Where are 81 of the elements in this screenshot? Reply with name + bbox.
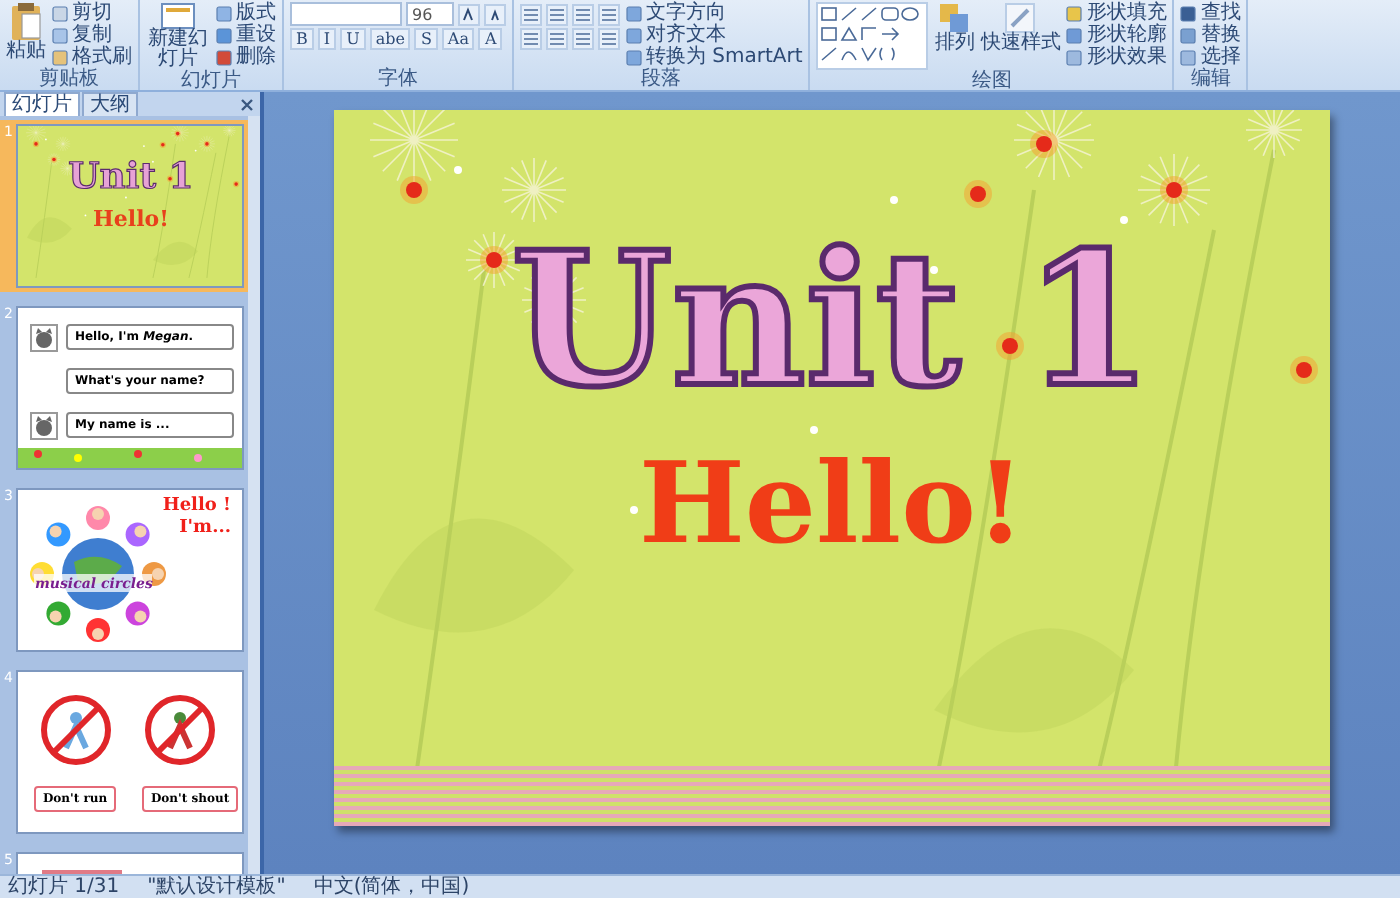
- small-button[interactable]: 重设: [216, 24, 276, 46]
- shrink-font-icon: [484, 3, 506, 25]
- list-icon: [546, 3, 568, 25]
- group-label: 字体: [376, 68, 420, 90]
- format-button[interactable]: abe: [369, 27, 411, 49]
- cat-icon: [30, 324, 59, 352]
- tile-icon: [1066, 49, 1083, 65]
- format-button[interactable]: S: [414, 27, 438, 49]
- group-label: 编辑: [1188, 68, 1233, 90]
- thumbnail-subtitle: Hello!: [91, 206, 171, 234]
- large-button[interactable]: 排列: [934, 2, 975, 54]
- format-button[interactable]: B: [290, 27, 314, 49]
- group-label: 绘图: [969, 70, 1014, 92]
- small-button[interactable]: 选择: [1180, 46, 1241, 68]
- slide-heading: Hello !: [162, 496, 231, 518]
- font-name-field[interactable]: [290, 2, 402, 26]
- grow-font-icon: [458, 3, 480, 25]
- tile-icon: [52, 5, 68, 21]
- thumbnail-title: Unit 1: [66, 158, 196, 198]
- tile-icon: [216, 27, 232, 43]
- shapes-gallery-drawing: [816, 2, 929, 70]
- small-button[interactable]: 文字方向: [626, 2, 803, 24]
- small-button[interactable]: 删除: [216, 46, 276, 68]
- group-label: 段落: [639, 68, 684, 90]
- clipboard-icon: [10, 2, 42, 42]
- no-shouting-icon: [142, 692, 219, 768]
- large-button[interactable]: 快速样式: [980, 2, 1061, 54]
- tile-icon: [216, 5, 232, 21]
- brush-icon: [1004, 2, 1037, 34]
- slide-icon: [160, 2, 196, 30]
- small-button[interactable]: 对齐文本: [626, 24, 803, 46]
- small-button[interactable]: 版式: [216, 2, 276, 24]
- group-label: 幻灯片: [179, 70, 243, 92]
- small-button[interactable]: 复制: [52, 24, 132, 46]
- format-button[interactable]: I: [317, 27, 337, 49]
- small-button[interactable]: 形状轮廓: [1066, 24, 1167, 46]
- panel-tab[interactable]: 幻灯片: [4, 92, 80, 116]
- arrange-icon: [938, 2, 971, 34]
- format-button[interactable]: A: [478, 27, 503, 49]
- list-icon: [520, 3, 542, 25]
- small-button[interactable]: 格式刷: [52, 46, 132, 68]
- align-icon: [598, 27, 620, 49]
- list-icon: [598, 3, 620, 25]
- format-button[interactable]: Aa: [441, 27, 475, 49]
- tile-icon: [1066, 5, 1083, 21]
- tile-icon: [626, 49, 642, 65]
- tile-icon: [626, 27, 642, 43]
- cat-icon: [30, 412, 59, 440]
- status-text: "默认设计模板": [147, 876, 286, 898]
- align-icon: [520, 27, 542, 49]
- small-button[interactable]: 替换: [1180, 24, 1241, 46]
- tile-icon: [52, 27, 68, 43]
- tile-icon: [52, 49, 68, 65]
- large-button[interactable]: 粘贴: [6, 2, 46, 62]
- status-text: 幻灯片 1/31: [8, 876, 120, 898]
- tile-icon: [216, 49, 232, 65]
- tile-icon: [1180, 49, 1197, 65]
- panel-tab[interactable]: 大纲: [82, 92, 138, 116]
- small-button[interactable]: 查找: [1180, 2, 1241, 24]
- small-button[interactable]: 剪切: [52, 2, 132, 24]
- group-label: 剪贴板: [37, 68, 101, 90]
- tile-icon: [1180, 5, 1197, 21]
- large-button[interactable]: 新建幻灯片: [146, 2, 210, 70]
- scrollbar[interactable]: [248, 116, 260, 874]
- format-button[interactable]: U: [340, 27, 366, 49]
- align-icon: [572, 27, 594, 49]
- tile-icon: [1066, 27, 1083, 43]
- tile-icon: [626, 5, 642, 21]
- small-button[interactable]: 形状填充: [1066, 2, 1167, 24]
- command-button[interactable]: 转换为 SmartArt: [626, 46, 803, 68]
- tile-icon: [1180, 27, 1197, 43]
- slide-subtitle: Hello!: [636, 440, 1028, 568]
- slide-title: Unit 1: [509, 220, 1155, 420]
- status-text: 中文(简体，中国): [313, 876, 470, 898]
- list-icon: [572, 3, 594, 25]
- align-icon: [546, 27, 568, 49]
- slide-heading: I'm...: [179, 518, 231, 540]
- close-icon: [240, 97, 254, 111]
- font-size-field[interactable]: 96: [406, 2, 454, 26]
- small-button[interactable]: 形状效果: [1066, 46, 1167, 68]
- no-running-icon: [38, 692, 115, 768]
